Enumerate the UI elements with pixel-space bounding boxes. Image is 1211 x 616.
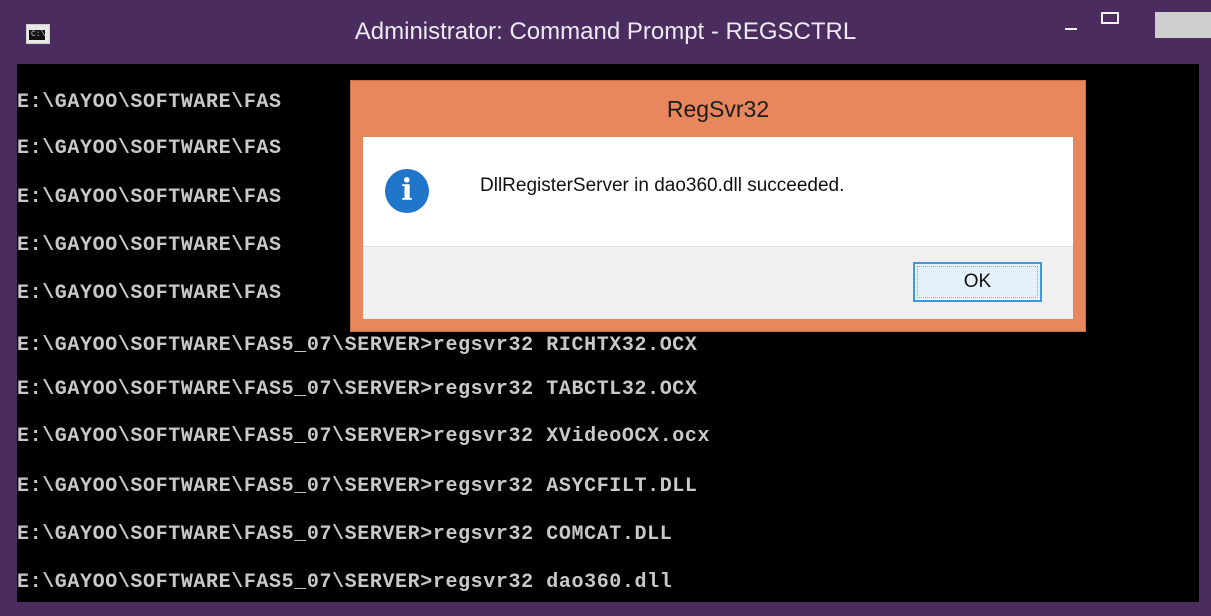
console-line: E:\GAYOO\SOFTWARE\FAS5_07\SERVER>regsvr3… — [17, 571, 673, 594]
dialog-message: DllRegisterServer in dao360.dll succeede… — [480, 175, 845, 196]
dialog-body: i DllRegisterServer in dao360.dll succee… — [363, 137, 1073, 246]
minimize-button[interactable] — [1055, 0, 1095, 40]
console-line: E:\GAYOO\SOFTWARE\FAS — [17, 91, 282, 114]
console-line: E:\GAYOO\SOFTWARE\FAS — [17, 282, 282, 305]
dialog-footer: OK — [363, 246, 1073, 319]
ok-button[interactable]: OK — [913, 262, 1042, 302]
console-line: E:\GAYOO\SOFTWARE\FAS5_07\SERVER>regsvr3… — [17, 425, 711, 448]
title-bar[interactable]: C:\_ Administrator: Command Prompt - REG… — [0, 0, 1211, 64]
command-prompt-window: C:\_ Administrator: Command Prompt - REG… — [0, 0, 1211, 616]
console-line: E:\GAYOO\SOFTWARE\FAS5_07\SERVER>regsvr3… — [17, 378, 698, 401]
window-title: Administrator: Command Prompt - REGSCTRL — [354, 18, 857, 45]
maximize-button[interactable] — [1101, 0, 1141, 40]
dialog-title[interactable]: RegSvr32 — [351, 81, 1085, 137]
console-line: E:\GAYOO\SOFTWARE\FAS — [17, 234, 282, 257]
regsvr32-dialog: RegSvr32 i DllRegisterServer in dao360.d… — [351, 81, 1085, 331]
console-line: E:\GAYOO\SOFTWARE\FAS5_07\SERVER>regsvr3… — [17, 334, 698, 357]
info-icon: i — [385, 169, 429, 213]
console-line: E:\GAYOO\SOFTWARE\FAS5_07\SERVER>regsvr3… — [17, 475, 698, 498]
console-line: E:\GAYOO\SOFTWARE\FAS — [17, 186, 282, 209]
console-line: E:\GAYOO\SOFTWARE\FAS5_07\SERVER>regsvr3… — [17, 523, 673, 546]
close-button[interactable] — [1155, 12, 1211, 38]
console-line: E:\GAYOO\SOFTWARE\FAS — [17, 137, 282, 160]
